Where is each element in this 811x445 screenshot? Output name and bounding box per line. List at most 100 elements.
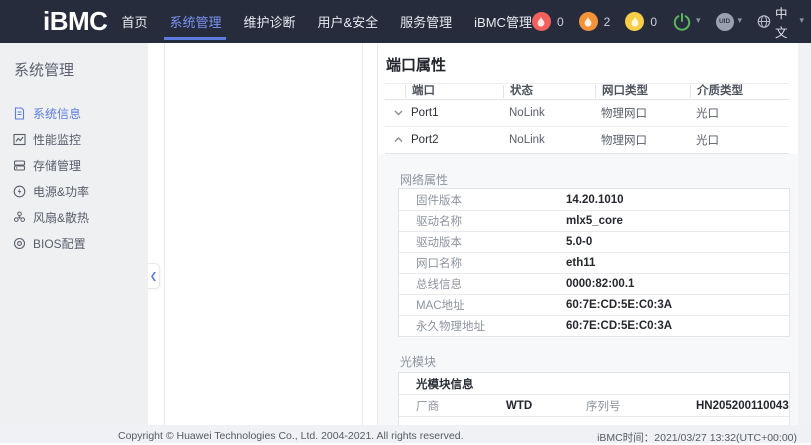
table-row: 驱动版本 5.0-0 (399, 231, 789, 252)
expand-chevron-down-icon[interactable] (385, 110, 405, 116)
table-row-port2[interactable]: Port2 NoLink 物理网口 光口 (385, 127, 789, 154)
menu-user-security[interactable]: 用户&安全 (317, 0, 378, 43)
table-row-clipped (399, 417, 789, 425)
sidebar-item-power-wattage[interactable]: 电源&功率 (0, 178, 148, 204)
port-name: Port2 (405, 134, 503, 146)
pane-divider (362, 43, 363, 425)
field-value: 60:7E:CD:5E:C0:3A (566, 299, 672, 311)
port-status: NoLink (503, 134, 595, 146)
top-navbar: iBMC 首页 系统管理 维护诊断 用户&安全 服务管理 iBMC管理 0 2 … (0, 0, 811, 43)
port2-expanded-details: 网络属性 固件版本 14.20.1010 驱动名称 mlx5_core 驱动版本… (378, 154, 798, 425)
port-name: Port1 (405, 107, 503, 119)
port-net-type: 物理网口 (595, 105, 690, 121)
sidebar-item-label: 风扇&散热 (33, 209, 89, 226)
ibmc-logo: iBMC (43, 6, 107, 37)
language-selector[interactable]: 中文 ▾ (757, 3, 804, 41)
port-media-type: 光口 (690, 105, 789, 121)
menu-maintenance-diagnostics[interactable]: 维护诊断 (243, 0, 295, 43)
storage-icon (13, 159, 26, 172)
table-row-port1[interactable]: Port1 NoLink 物理网口 光口 (385, 100, 789, 127)
port-table-header: 端口 状态 网口类型 介质类型 (385, 83, 789, 100)
menu-service-management[interactable]: 服务管理 (400, 0, 452, 43)
sidebar-title: 系统管理 (14, 59, 74, 80)
field-label: 驱动版本 (399, 234, 566, 250)
field-label: 总线信息 (399, 276, 566, 292)
col-header-net-type: 网口类型 (595, 85, 690, 98)
sidebar-menu: 系统信息 性能监控 存储管理 (0, 100, 148, 256)
optical-module-table: 光模块信息 厂商 WTD 序列号 HN205200110043 (398, 372, 790, 425)
menu-ibmc-management[interactable]: iBMC管理 (474, 0, 532, 43)
power-control-dropdown[interactable]: ▾ (672, 12, 701, 32)
sidebar-item-performance-monitor[interactable]: 性能监控 (0, 126, 148, 152)
table-row: 固件版本 14.20.1010 (399, 189, 789, 210)
uid-indicator-dropdown[interactable]: UID ▾ (716, 13, 743, 31)
ibmc-time-value: 2021/03/27 13:32(UTC+00:00) (654, 432, 797, 444)
network-properties-table: 固件版本 14.20.1010 驱动名称 mlx5_core 驱动版本 5.0-… (398, 188, 790, 337)
field-value: eth11 (566, 257, 595, 269)
critical-alarm-count: 0 (557, 15, 564, 29)
main-menu: 首页 系统管理 维护诊断 用户&安全 服务管理 iBMC管理 (121, 0, 532, 43)
sidebar-item-label: 电源&功率 (33, 183, 89, 200)
gear-icon (13, 237, 26, 250)
minor-alarm-flame-icon (625, 12, 644, 31)
document-icon (13, 107, 26, 120)
chevron-down-icon: ▾ (799, 16, 804, 25)
major-alarm-flame-icon (579, 12, 598, 31)
table-row: 总线信息 0000:82:00.1 (399, 273, 789, 294)
network-properties-label: 网络属性 (400, 171, 448, 188)
menu-home[interactable]: 首页 (121, 0, 147, 43)
field-value: 0000:82:00.1 (566, 278, 634, 290)
sidebar-item-label: 性能监控 (33, 131, 81, 148)
field-label: 厂商 (399, 398, 506, 414)
col-header-media-type: 介质类型 (690, 85, 789, 98)
scrollbar-track[interactable] (798, 43, 811, 425)
col-header-status: 状态 (503, 85, 595, 98)
sidebar-item-bios-config[interactable]: BIOS配置 (0, 230, 148, 256)
uid-icon: UID (716, 13, 734, 31)
minor-alarm-count: 0 (650, 15, 657, 29)
critical-alarm-flame-icon (532, 12, 551, 31)
copyright-text: Copyright © Huawei Technologies Co., Ltd… (118, 430, 464, 442)
table-row: MAC地址 60:7E:CD:5E:C0:3A (399, 294, 789, 315)
field-value: mlx5_core (566, 215, 623, 227)
field-value: 60:7E:CD:5E:C0:3A (566, 320, 672, 332)
field-label: 固件版本 (399, 192, 566, 208)
sidebar-item-system-info[interactable]: 系统信息 (0, 100, 148, 126)
port-media-type: 光口 (690, 132, 789, 148)
field-value: HN205200110043 (696, 400, 789, 412)
chevron-down-icon: ▾ (696, 16, 701, 25)
field-label: MAC地址 (399, 297, 566, 313)
footer: Copyright © Huawei Technologies Co., Ltd… (0, 425, 811, 443)
alarm-major[interactable]: 2 (579, 12, 611, 31)
topbar-right-cluster: 0 2 0 ▾ UID ▾ (532, 3, 811, 41)
sidebar-item-storage-management[interactable]: 存储管理 (0, 152, 148, 178)
power-icon (672, 12, 692, 32)
table-row: 驱动名称 mlx5_core (399, 210, 789, 231)
sidebar-item-label: 系统信息 (33, 105, 81, 122)
sidebar-item-label: BIOS配置 (33, 235, 86, 252)
sidebar-collapse-button[interactable]: ❮ (148, 263, 160, 289)
pane-divider (164, 43, 165, 425)
content-area: 系统管理 系统信息 性能监控 (0, 43, 811, 425)
globe-icon (757, 13, 771, 30)
chevron-down-icon: ▾ (738, 16, 743, 25)
sidebar-item-fan-cooling[interactable]: 风扇&散热 (0, 204, 148, 230)
port-table: 端口 状态 网口类型 介质类型 Port1 NoLink 物理网口 光口 Por… (385, 83, 789, 154)
port-properties-panel: 端口属性 端口 状态 网口类型 介质类型 Port1 NoLink 物理网口 光… (378, 43, 798, 425)
collapse-chevron-up-icon[interactable] (385, 137, 405, 143)
port-status: NoLink (503, 107, 595, 119)
fan-icon (13, 211, 26, 224)
alarm-critical[interactable]: 0 (532, 12, 564, 31)
field-value: 5.0-0 (566, 236, 592, 248)
field-value: WTD (506, 400, 586, 412)
sidebar: 系统管理 系统信息 性能监控 (0, 43, 148, 425)
major-alarm-count: 2 (604, 15, 611, 29)
menu-system-management[interactable]: 系统管理 (169, 0, 221, 43)
ibmc-time-label: iBMC时间： (597, 432, 654, 444)
alarm-minor[interactable]: 0 (625, 12, 657, 31)
optical-module-label: 光模块 (400, 353, 436, 370)
sidebar-item-label: 存储管理 (33, 157, 81, 174)
field-label: 永久物理地址 (399, 318, 566, 334)
line-chart-icon (13, 133, 26, 146)
field-label: 网口名称 (399, 255, 566, 271)
